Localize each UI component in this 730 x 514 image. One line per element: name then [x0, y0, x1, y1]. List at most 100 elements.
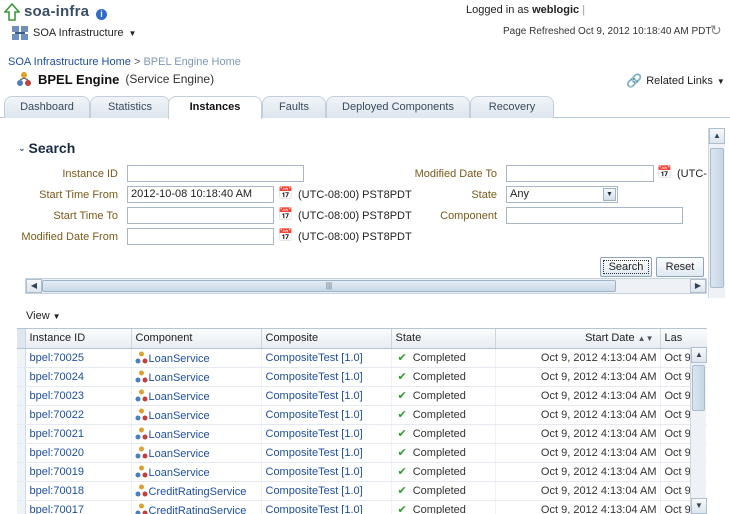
- component-link[interactable]: LoanService: [149, 467, 210, 479]
- composite-link[interactable]: CompositeTest [1.0]: [266, 485, 363, 497]
- composite-cell[interactable]: CompositeTest [1.0]: [261, 405, 392, 425]
- calendar-icon[interactable]: 📅: [278, 228, 294, 244]
- refresh-icon[interactable]: ↻: [710, 23, 724, 37]
- start-time-from-input[interactable]: 2012-10-08 10:18:40 AM: [127, 186, 274, 203]
- table-row[interactable]: bpel:70021 LoanService CompositeTest [1.0]…: [17, 424, 707, 444]
- component-cell[interactable]: LoanService: [131, 443, 262, 463]
- scroll-thumb[interactable]: |||: [42, 280, 616, 292]
- scroll-down-icon[interactable]: ▼: [691, 498, 707, 514]
- calendar-icon[interactable]: 📅: [657, 165, 673, 181]
- row-selector[interactable]: [17, 424, 26, 444]
- instance-id-link[interactable]: bpel:70020: [30, 447, 84, 459]
- scroll-up-icon[interactable]: ▲: [709, 128, 725, 144]
- scroll-thumb[interactable]: [692, 365, 705, 411]
- table-row[interactable]: bpel:70019 LoanService CompositeTest [1.0]…: [17, 462, 707, 482]
- composite-link[interactable]: CompositeTest [1.0]: [266, 428, 363, 440]
- composite-link[interactable]: CompositeTest [1.0]: [266, 466, 363, 478]
- component-link[interactable]: CreditRatingService: [149, 486, 247, 498]
- component-link[interactable]: LoanService: [149, 429, 210, 441]
- component-link[interactable]: LoanService: [149, 353, 210, 365]
- tab-recovery[interactable]: Recovery: [470, 96, 554, 118]
- instance-id-link[interactable]: bpel:70024: [30, 371, 84, 383]
- table-row[interactable]: bpel:70025 LoanService CompositeTest [1.0]…: [17, 348, 707, 368]
- instance-id-cell[interactable]: bpel:70021: [25, 424, 132, 444]
- info-icon[interactable]: i: [96, 9, 107, 20]
- tab-instances[interactable]: Instances: [168, 96, 262, 119]
- component-cell[interactable]: LoanService: [131, 348, 262, 368]
- col-header-start-date[interactable]: Start Date ▲▼: [495, 329, 661, 349]
- start-time-to-input[interactable]: [127, 207, 274, 224]
- instance-id-cell[interactable]: bpel:70017: [25, 500, 132, 514]
- row-selector[interactable]: [17, 367, 26, 387]
- breadcrumb-link-soa-home[interactable]: SOA Infrastructure Home: [8, 56, 131, 68]
- row-selector[interactable]: [17, 500, 26, 514]
- instance-id-cell[interactable]: bpel:70023: [25, 386, 132, 406]
- instance-id-link[interactable]: bpel:70022: [30, 409, 84, 421]
- component-cell[interactable]: LoanService: [131, 367, 262, 387]
- component-cell[interactable]: LoanService: [131, 386, 262, 406]
- calendar-icon[interactable]: 📅: [278, 186, 294, 202]
- row-selector[interactable]: [17, 481, 26, 501]
- related-links-menu[interactable]: 🔗 Related Links ▼: [626, 73, 725, 89]
- composite-link[interactable]: CompositeTest [1.0]: [266, 352, 363, 364]
- reset-button[interactable]: Reset: [656, 257, 704, 277]
- composite-link[interactable]: CompositeTest [1.0]: [266, 390, 363, 402]
- tab-statistics[interactable]: Statistics: [90, 96, 170, 118]
- vertical-scrollbar[interactable]: ▲: [708, 128, 725, 298]
- component-cell[interactable]: LoanService: [131, 462, 262, 482]
- component-link[interactable]: LoanService: [149, 410, 210, 422]
- instance-id-link[interactable]: bpel:70019: [30, 466, 84, 478]
- modified-date-to-input[interactable]: [506, 165, 654, 182]
- user-name[interactable]: weblogic: [532, 4, 579, 16]
- scroll-left-icon[interactable]: ◀: [26, 279, 42, 293]
- component-link[interactable]: LoanService: [149, 391, 210, 403]
- composite-cell[interactable]: CompositeTest [1.0]: [261, 462, 392, 482]
- table-row[interactable]: bpel:70023 LoanService CompositeTest [1.0]…: [17, 386, 707, 406]
- instance-id-cell[interactable]: bpel:70020: [25, 443, 132, 463]
- component-cell[interactable]: LoanService: [131, 424, 262, 444]
- table-vertical-scrollbar[interactable]: ▲ ▼: [690, 347, 707, 514]
- instance-id-link[interactable]: bpel:70017: [30, 504, 84, 514]
- row-selector[interactable]: [17, 462, 26, 482]
- composite-cell[interactable]: CompositeTest [1.0]: [261, 386, 392, 406]
- search-section-header[interactable]: ⌄ Search: [18, 140, 75, 156]
- instance-id-cell[interactable]: bpel:70024: [25, 367, 132, 387]
- table-row[interactable]: bpel:70022 LoanService CompositeTest [1.0]…: [17, 405, 707, 425]
- sort-ascending-icon[interactable]: ▲: [638, 334, 646, 343]
- component-link[interactable]: CreditRatingService: [149, 505, 247, 514]
- search-button[interactable]: Search: [600, 257, 652, 277]
- instance-id-link[interactable]: bpel:70021: [30, 428, 84, 440]
- instance-id-cell[interactable]: bpel:70025: [25, 348, 132, 368]
- composite-cell[interactable]: CompositeTest [1.0]: [261, 500, 392, 514]
- table-row[interactable]: bpel:70020 LoanService CompositeTest [1.0]…: [17, 443, 707, 463]
- instance-id-cell[interactable]: bpel:70019: [25, 462, 132, 482]
- row-selector[interactable]: [17, 386, 26, 406]
- component-cell[interactable]: CreditRatingService: [131, 500, 262, 514]
- state-select[interactable]: Any ▼: [506, 186, 618, 203]
- instance-id-link[interactable]: bpel:70023: [30, 390, 84, 402]
- component-link[interactable]: LoanService: [149, 448, 210, 460]
- col-header-instance-id[interactable]: Instance ID: [25, 329, 132, 349]
- composite-link[interactable]: CompositeTest [1.0]: [266, 371, 363, 383]
- horizontal-scrollbar[interactable]: ◀ ||| ▶: [25, 278, 707, 294]
- col-header-composite[interactable]: Composite: [261, 329, 392, 349]
- table-row[interactable]: bpel:70018 CreditRatingService CompositeTe…: [17, 481, 707, 501]
- collapse-icon[interactable]: ⌄: [18, 143, 26, 154]
- view-menu[interactable]: View ▼: [26, 310, 61, 322]
- instance-id-link[interactable]: bpel:70018: [30, 485, 84, 497]
- modified-date-from-input[interactable]: [127, 228, 274, 245]
- composite-link[interactable]: CompositeTest [1.0]: [266, 447, 363, 459]
- instance-id-input[interactable]: [127, 165, 304, 182]
- composite-cell[interactable]: CompositeTest [1.0]: [261, 481, 392, 501]
- composite-cell[interactable]: CompositeTest [1.0]: [261, 367, 392, 387]
- col-header-component[interactable]: Component: [131, 329, 262, 349]
- row-selector[interactable]: [17, 348, 26, 368]
- tab-dashboard[interactable]: Dashboard: [4, 96, 90, 118]
- col-header-last-modified[interactable]: Las: [660, 329, 707, 349]
- component-cell[interactable]: CreditRatingService: [131, 481, 262, 501]
- table-row[interactable]: bpel:70024 LoanService CompositeTest [1.0]…: [17, 367, 707, 387]
- instance-id-link[interactable]: bpel:70025: [30, 352, 84, 364]
- component-cell[interactable]: LoanService: [131, 405, 262, 425]
- scroll-up-icon[interactable]: ▲: [691, 347, 707, 363]
- component-input[interactable]: [506, 207, 683, 224]
